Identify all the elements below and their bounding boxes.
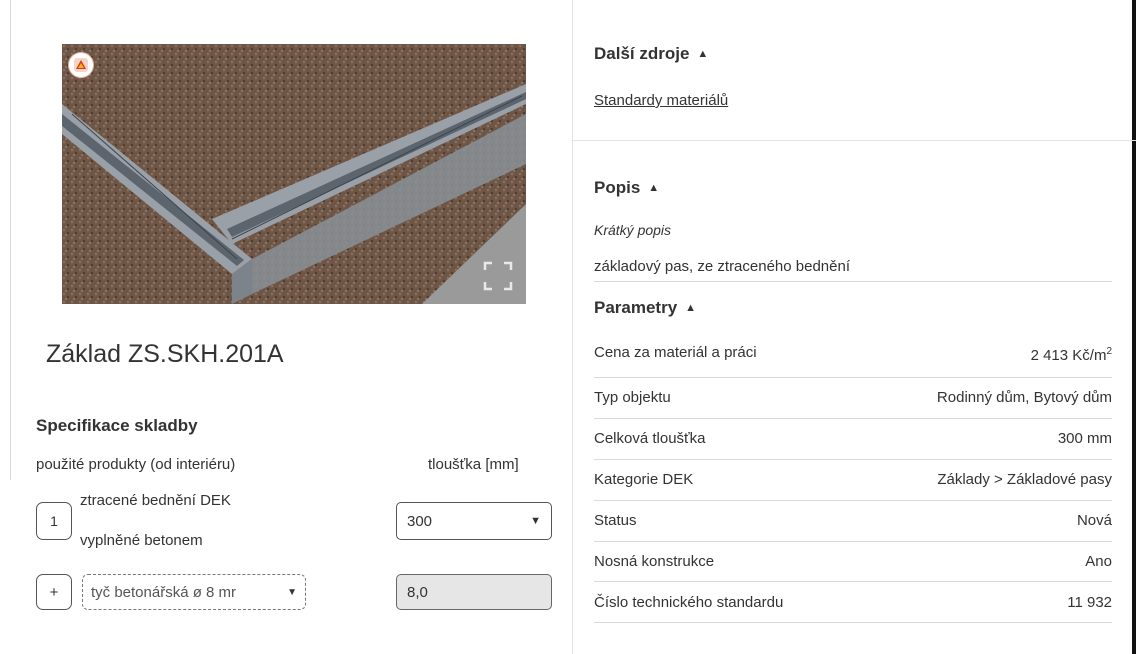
product-image: [62, 44, 526, 304]
rebar-thickness-field: 8,0: [396, 574, 552, 610]
resources-heading-label: Další zdroje: [594, 44, 690, 63]
row-divider: [594, 541, 1112, 542]
row-divider: [594, 459, 1112, 460]
layer-index-badge[interactable]: 1: [36, 502, 72, 540]
spec-heading: Specifikace skladby: [36, 416, 198, 435]
param-label: Číslo technického standardu: [594, 594, 784, 611]
foundation-illustration: [62, 44, 526, 304]
param-label: Cena za materiál a práci: [594, 344, 757, 361]
row-divider: [594, 281, 1112, 282]
row-divider: [594, 622, 1112, 623]
row-divider: [594, 418, 1112, 419]
row-divider: [594, 377, 1112, 378]
param-value: 2 413 Kč/m2: [1031, 346, 1112, 364]
resources-heading[interactable]: Další zdroje ▲: [594, 44, 708, 64]
triangle-up-icon: ▲: [685, 302, 697, 314]
layer-thickness-value: 300: [407, 512, 433, 530]
short-description-text: základový pas, ze ztraceného bednění: [594, 258, 851, 275]
param-label: Celková tloušťka: [594, 430, 706, 447]
param-label: Nosná konstrukce: [594, 553, 715, 570]
description-heading[interactable]: Popis ▲: [594, 178, 659, 198]
param-value: Základy > Základové pasy: [937, 471, 1112, 488]
param-value: Rodinný dům, Bytový dům: [936, 389, 1112, 406]
param-value: Nová: [1076, 512, 1112, 529]
material-standards-link[interactable]: Standardy materiálů: [594, 92, 728, 109]
products-column-header: použité produkty (od interiéru): [36, 456, 236, 473]
column-divider: [572, 0, 573, 654]
parameters-heading-label: Parametry: [594, 298, 678, 317]
section-divider: [572, 140, 1136, 141]
thickness-column-header: tloušťka [mm]: [428, 456, 519, 473]
param-label: Kategorie DEK: [594, 471, 694, 488]
rebar-select[interactable]: tyč betonářská ø 8 mr ▼: [82, 574, 306, 610]
triangle-up-icon: ▲: [648, 182, 660, 194]
layer-thickness-select[interactable]: 300 ▼: [396, 502, 552, 540]
description-heading-label: Popis: [594, 178, 641, 197]
dek-logo-icon: [68, 52, 94, 78]
parameters-heading[interactable]: Parametry ▲: [594, 298, 696, 318]
product-title: Základ ZS.SKH.201A: [46, 340, 284, 368]
triangle-up-icon: ▲: [697, 48, 709, 60]
price-value: 2 413 Kč/m: [1030, 347, 1107, 364]
row-divider: [594, 581, 1112, 582]
layer-name-line2: vyplněné betonem: [80, 532, 203, 549]
param-label: Typ objektu: [594, 389, 671, 406]
left-divider: [10, 0, 11, 480]
param-value: 300 mm: [1057, 430, 1112, 447]
param-value: Ano: [1085, 553, 1112, 570]
add-layer-button[interactable]: +: [36, 574, 72, 610]
param-label: Status: [594, 512, 637, 529]
caret-down-icon: ▼: [287, 586, 297, 598]
price-unit-exponent: 2: [1106, 346, 1112, 357]
fullscreen-icon[interactable]: [482, 260, 514, 292]
short-description-label: Krátký popis: [594, 222, 672, 238]
row-divider: [594, 500, 1112, 501]
layer-name-line1: ztracené bednění DEK: [80, 492, 231, 509]
window-edge: [1132, 0, 1136, 654]
rebar-select-value: tyč betonářská ø 8 mr: [91, 583, 237, 601]
param-value: 11 932: [1067, 594, 1112, 611]
caret-down-icon: ▼: [530, 515, 541, 527]
